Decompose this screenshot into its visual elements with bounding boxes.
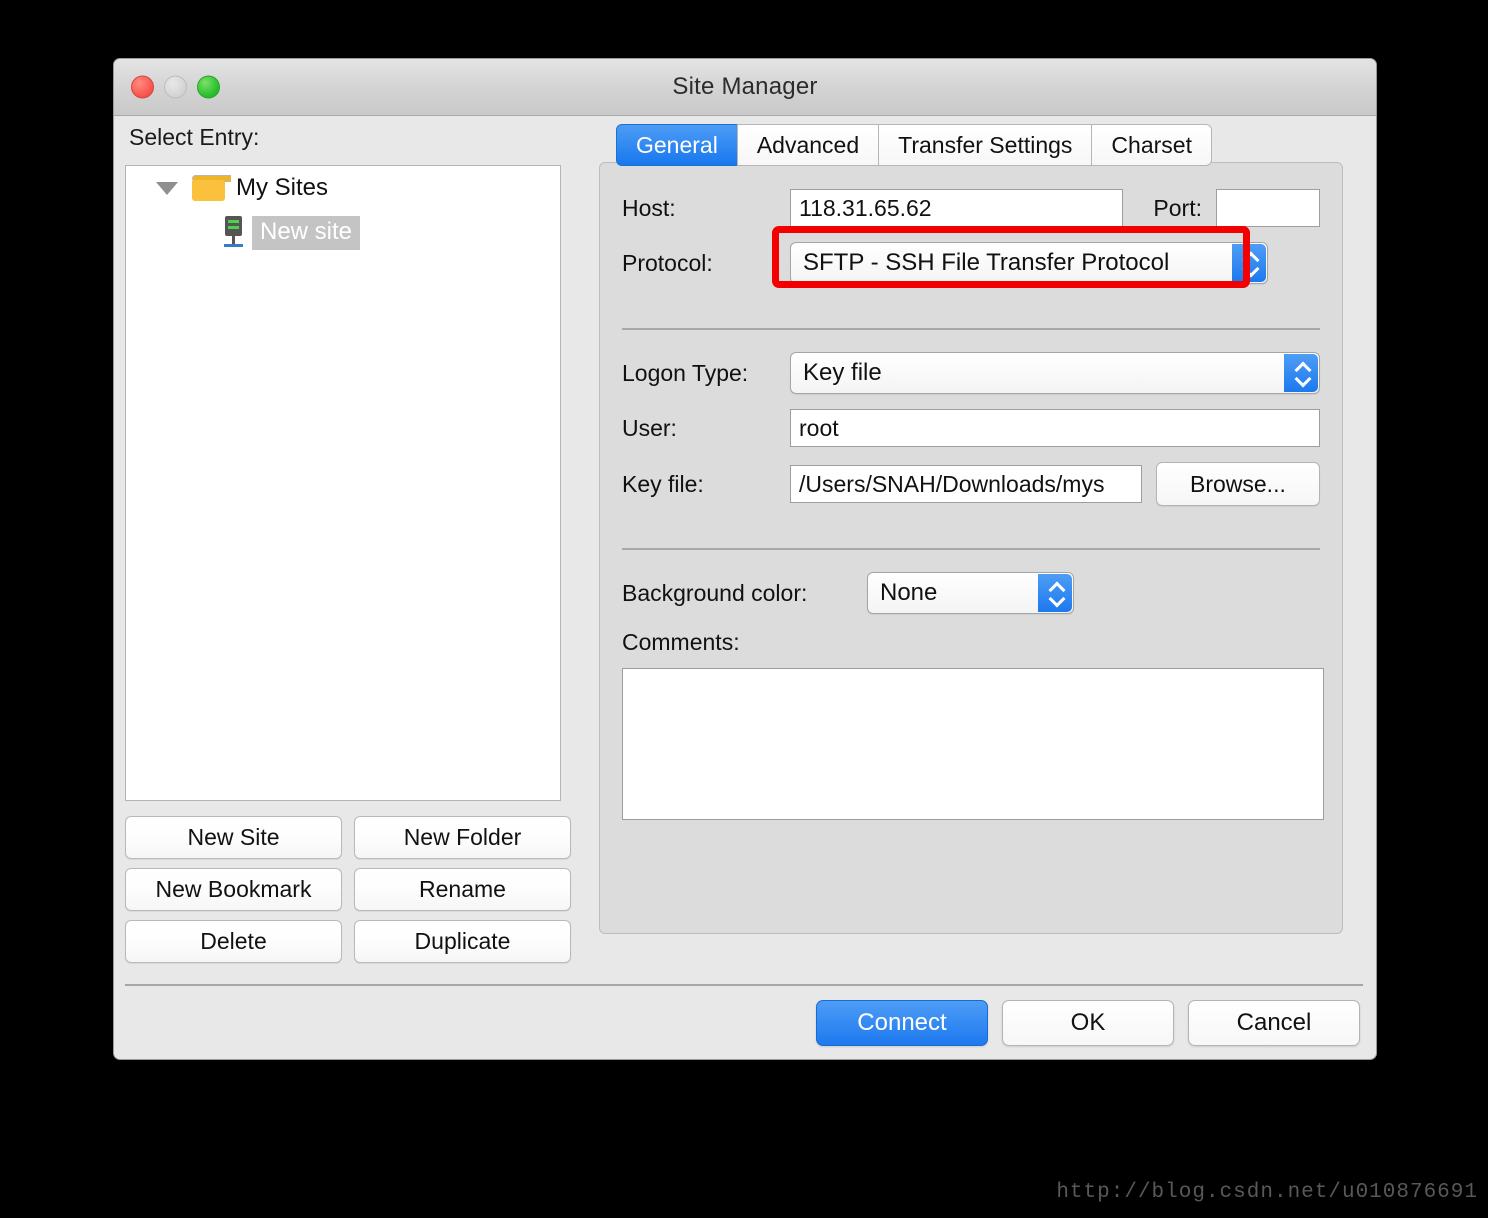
settings-tabbar: General Advanced Transfer Settings Chars… bbox=[616, 124, 1359, 166]
new-folder-button[interactable]: New Folder bbox=[354, 816, 571, 859]
logon-type-row: Logon Type: Key file bbox=[622, 352, 1320, 394]
protocol-select-wrapper: SFTP - SSH File Transfer Protocol bbox=[772, 226, 1268, 288]
tab-transfer-settings[interactable]: Transfer Settings bbox=[878, 124, 1092, 166]
comments-label: Comments: bbox=[622, 629, 740, 655]
tree-node-new-site[interactable]: New site bbox=[126, 210, 560, 256]
window-title: Site Manager bbox=[672, 73, 818, 100]
folder-icon bbox=[192, 175, 231, 201]
tab-advanced[interactable]: Advanced bbox=[736, 124, 879, 166]
key-file-row: Key file: Browse... bbox=[622, 462, 1320, 506]
watermark-text: http://blog.csdn.net/u010876691 bbox=[1056, 1181, 1478, 1204]
protocol-label: Protocol: bbox=[622, 249, 713, 276]
protocol-select-value: SFTP - SSH File Transfer Protocol bbox=[803, 249, 1170, 276]
select-entry-label: Select Entry: bbox=[129, 124, 260, 150]
ok-button[interactable]: OK bbox=[1002, 1000, 1174, 1046]
window-body: Select Entry: My Sites New site New Site… bbox=[114, 116, 1376, 1059]
server-icon bbox=[222, 216, 244, 250]
tree-node-label: New site bbox=[252, 216, 361, 250]
background-color-label: Background color: bbox=[622, 579, 808, 606]
rename-button[interactable]: Rename bbox=[354, 868, 571, 911]
cancel-button[interactable]: Cancel bbox=[1188, 1000, 1360, 1046]
host-row: Host: Port: bbox=[622, 189, 1320, 227]
minimize-button-icon[interactable] bbox=[164, 75, 187, 99]
protocol-select[interactable]: SFTP - SSH File Transfer Protocol bbox=[790, 242, 1268, 284]
host-input[interactable] bbox=[790, 189, 1124, 227]
user-row: User: bbox=[622, 409, 1320, 447]
tab-charset[interactable]: Charset bbox=[1091, 124, 1212, 166]
window-titlebar[interactable]: Site Manager bbox=[114, 59, 1376, 116]
background-color-value: None bbox=[880, 579, 938, 606]
browse-button[interactable]: Browse... bbox=[1155, 462, 1320, 506]
dialog-actions: Connect OK Cancel bbox=[816, 1000, 1360, 1046]
background-color-row: Background color: None bbox=[622, 572, 1320, 614]
delete-button[interactable]: Delete bbox=[125, 920, 342, 963]
select-entry-panel: Select Entry: My Sites New site New Site… bbox=[125, 124, 577, 972]
port-input[interactable] bbox=[1216, 189, 1320, 227]
user-input[interactable] bbox=[790, 409, 1320, 447]
site-tree[interactable]: My Sites New site bbox=[125, 165, 561, 801]
chevron-down-icon[interactable] bbox=[156, 181, 178, 195]
background-color-stepper-icon[interactable] bbox=[1038, 574, 1072, 612]
zoom-button-icon[interactable] bbox=[197, 75, 220, 99]
host-label: Host: bbox=[622, 194, 676, 221]
section-divider bbox=[622, 328, 1320, 330]
background-color-select[interactable]: None bbox=[867, 572, 1074, 614]
settings-panel: General Advanced Transfer Settings Chars… bbox=[599, 124, 1359, 934]
close-button-icon[interactable] bbox=[131, 75, 154, 99]
protocol-row: Protocol: SFTP - SSH File Transfer Proto… bbox=[622, 226, 1320, 288]
logon-type-select[interactable]: Key file bbox=[790, 352, 1320, 394]
port-label: Port: bbox=[1153, 194, 1202, 221]
tree-action-buttons: New Site New Folder New Bookmark Rename … bbox=[125, 816, 571, 963]
tree-node-my-sites[interactable]: My Sites bbox=[126, 166, 560, 210]
screen: Site Manager Select Entry: My Sites New … bbox=[0, 0, 1488, 1218]
logon-type-stepper-icon[interactable] bbox=[1284, 354, 1318, 392]
duplicate-button[interactable]: Duplicate bbox=[354, 920, 571, 963]
protocol-stepper-icon[interactable] bbox=[1232, 244, 1266, 282]
footer-divider bbox=[125, 984, 1363, 986]
logon-type-value: Key file bbox=[803, 359, 882, 386]
key-file-input[interactable] bbox=[790, 465, 1142, 503]
user-label: User: bbox=[622, 414, 677, 441]
connect-button[interactable]: Connect bbox=[816, 1000, 988, 1046]
general-tab-content: Host: Port: Protocol: SFTP - SSH File Tr… bbox=[599, 162, 1343, 934]
tree-node-label: My Sites bbox=[236, 174, 329, 201]
logon-type-label: Logon Type: bbox=[622, 359, 749, 386]
new-site-button[interactable]: New Site bbox=[125, 816, 342, 859]
window-controls bbox=[131, 75, 220, 99]
tab-general[interactable]: General bbox=[616, 124, 737, 166]
site-manager-window: Site Manager Select Entry: My Sites New … bbox=[113, 58, 1377, 1060]
section-divider-2 bbox=[622, 548, 1320, 550]
comments-textarea[interactable] bbox=[622, 668, 1324, 820]
key-file-label: Key file: bbox=[622, 470, 704, 497]
new-bookmark-button[interactable]: New Bookmark bbox=[125, 868, 342, 911]
